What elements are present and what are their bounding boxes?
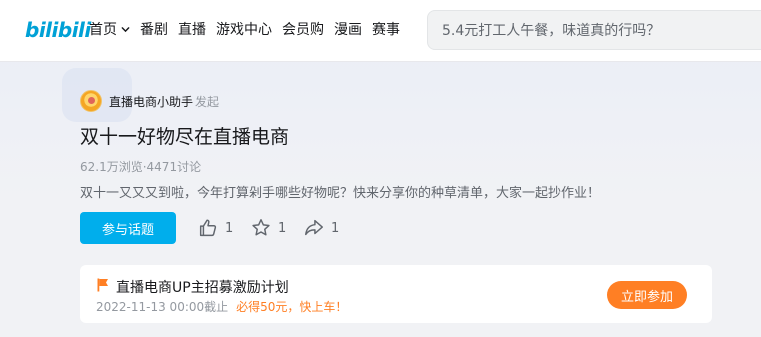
topic-title: 双十一好物尽在直播电商 [80, 126, 290, 148]
thumbs-up-icon [199, 219, 217, 237]
main-nav: 首页 番剧 直播 游戏中心 会员购 漫画 赛事 [89, 19, 410, 39]
nav-item-esports[interactable]: 赛事 [372, 19, 400, 39]
topic-creator: 直播电商小助手 发起 [109, 93, 219, 110]
flag-icon [97, 278, 108, 292]
chevron-down-icon [121, 26, 130, 32]
nav-item-anime[interactable]: 番剧 [140, 19, 168, 39]
search-box [427, 10, 761, 50]
join-topic-button[interactable]: 参与话题 [80, 212, 176, 244]
join-now-button[interactable]: 立即参加 [607, 281, 687, 309]
search-input[interactable] [442, 20, 742, 42]
favorite-count: 1 [278, 220, 287, 236]
nav-item-home[interactable]: 首页 [89, 19, 130, 39]
incentive-deadline: 2022-11-13 00:00截止 [96, 300, 229, 314]
top-header: bilibili 首页 番剧 直播 游戏中心 会员购 漫画 赛事 [0, 0, 761, 62]
creator-suffix: 发起 [195, 95, 220, 109]
topic-stats: 62.1万浏览·4471讨论 [80, 160, 202, 174]
nav-item-label: 首页 [89, 22, 117, 38]
like-action[interactable]: 1 [197, 217, 233, 239]
bilibili-logo[interactable]: bilibili [25, 18, 91, 42]
favorite-action[interactable]: 1 [250, 217, 286, 239]
nav-item-live[interactable]: 直播 [178, 19, 206, 39]
share-icon [305, 219, 323, 236]
incentive-meta: 2022-11-13 00:00截止 必得50元，快上车！ [96, 298, 347, 315]
nav-item-game-center[interactable]: 游戏中心 [216, 19, 272, 39]
creator-avatar[interactable] [80, 90, 102, 112]
creator-name[interactable]: 直播电商小助手 [109, 95, 193, 109]
star-icon [252, 219, 270, 236]
incentive-reward: 必得50元，快上车！ [236, 300, 348, 314]
share-count: 1 [331, 220, 340, 236]
nav-item-manga[interactable]: 漫画 [334, 19, 362, 39]
nav-item-vip-shop[interactable]: 会员购 [282, 19, 324, 39]
like-count: 1 [225, 220, 234, 236]
topic-description: 双十一又又又到啦，今年打算剁手哪些好物呢？快来分享你的种草清单，大家一起抄作业！ [80, 186, 601, 201]
incentive-title[interactable]: 直播电商UP主招募激励计划 [116, 277, 289, 297]
incentive-card: 直播电商UP主招募激励计划 2022-11-13 00:00截止 必得50元，快上… [80, 265, 712, 323]
share-action[interactable]: 1 [303, 217, 339, 239]
